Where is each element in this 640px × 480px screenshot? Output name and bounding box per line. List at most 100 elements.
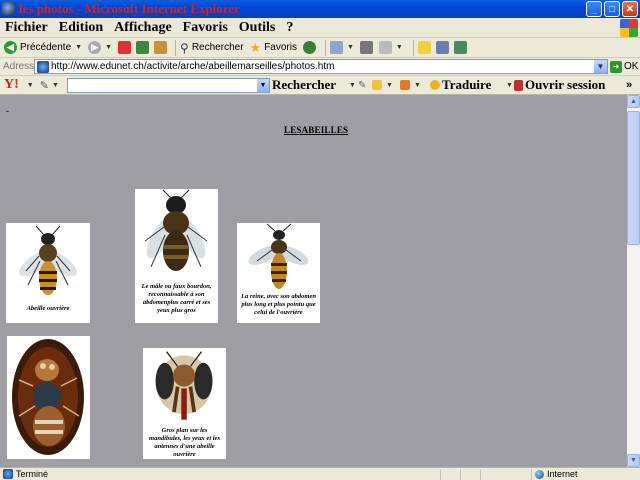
history-icon[interactable] [302, 41, 316, 54]
edit-dropdown-icon[interactable]: ▼ [396, 44, 403, 51]
photo-caption: Le mâle ou faux bourdon, reconnaissable … [141, 283, 212, 314]
worker-bee-image [18, 225, 78, 295]
go-arrow-icon: ➜ [610, 60, 622, 73]
search-icon: ⚲ [180, 40, 189, 55]
windows-logo-icon [620, 19, 638, 37]
menu-fichier[interactable]: Fichier [0, 20, 54, 36]
photo-drone: Le mâle ou faux bourdon, reconnaissable … [135, 189, 218, 323]
search-button[interactable]: ⚲ Rechercher [180, 41, 244, 55]
messenger-icon[interactable] [453, 41, 467, 54]
back-arrow-icon: ◀ [4, 41, 17, 54]
highlight-pen-icon[interactable]: ✎ [40, 79, 49, 92]
go-button[interactable]: ➜ OK [610, 60, 639, 73]
address-bar: Adresse http://www.edunet.ch/activite/ar… [0, 58, 640, 76]
standard-toolbar: ◀ Précédente ▼ ▶ ▼ ⚲ Rechercher ★ Favori… [0, 38, 640, 58]
yahoo-menu-dropdown-icon[interactable]: ▼ [27, 82, 34, 89]
session-button[interactable]: Ouvrir session [514, 77, 605, 93]
page-icon [37, 60, 49, 73]
menu-bar: Fichier Edition Affichage Favoris Outils… [0, 18, 640, 38]
print-icon[interactable] [359, 41, 373, 54]
status-divider [480, 469, 481, 480]
globe-icon [535, 469, 544, 479]
bookmark-dropdown-icon[interactable]: ▼ [386, 82, 393, 89]
forward-arrow-icon: ▶ [88, 41, 102, 54]
mail-dropdown-icon[interactable]: ▼ [347, 44, 354, 51]
zone-label: Internet [547, 469, 578, 479]
translate-label: Traduire [442, 77, 492, 92]
pen-dropdown-icon[interactable]: ▼ [52, 82, 59, 89]
page-content: - LESABEILLES Abeille ouvrière Le mâle o… [0, 95, 627, 467]
page-status-icon [3, 469, 13, 479]
menu-help[interactable]: ? [281, 20, 299, 36]
go-label: OK [624, 61, 639, 72]
queen-bee-image [248, 223, 309, 289]
menu-affichage[interactable]: Affichage [109, 20, 178, 36]
search-label: Rechercher [191, 42, 244, 53]
photo-head-closeup: Gros plan sur les mandibules, les yeux e… [143, 348, 226, 459]
scroll-up-icon[interactable]: ▲ [627, 95, 640, 108]
pencil-icon[interactable]: ✎ [358, 80, 366, 91]
favorites-button[interactable]: ★ Favoris [250, 40, 297, 56]
back-label: Précédente [20, 42, 72, 53]
security-zone: Internet [535, 469, 578, 479]
status-divider [460, 469, 461, 480]
scroll-down-icon[interactable]: ▼ [627, 454, 640, 467]
yahoo-search-button[interactable]: Rechercher [272, 77, 336, 93]
edit-icon [378, 41, 392, 54]
vertical-scrollbar[interactable]: ▲ ▼ [627, 95, 640, 467]
bee-head-image [155, 351, 213, 420]
page-dot: - [6, 106, 9, 116]
yahoo-search-input[interactable]: ▼ [67, 77, 270, 93]
home-icon[interactable] [154, 41, 168, 54]
yahoo-logo[interactable]: Y! [4, 77, 19, 93]
star-icon: ★ [249, 39, 262, 55]
favorites-label: Favoris [264, 42, 297, 53]
translate-button[interactable]: Traduire [430, 77, 491, 93]
toolbar-separator [175, 39, 177, 56]
stop-icon[interactable] [118, 41, 132, 54]
close-button[interactable]: ✕ [622, 1, 638, 17]
discuss-icon[interactable] [417, 41, 431, 54]
menu-favoris[interactable]: Favoris [178, 20, 234, 36]
translate-icon [430, 80, 440, 90]
antispy-dropdown-icon[interactable]: ▼ [414, 82, 421, 89]
page-heading: LESABEILLES [284, 125, 349, 135]
photo-caption: La reine, avec son abdomen plus long et … [241, 293, 316, 316]
photo-bee-oval [7, 336, 90, 459]
photo-caption: Gros plan sur les mandibules, les yeux e… [149, 427, 220, 458]
yahoo-toolbar: Y! ▼ ✎ ▼ ▼ Rechercher ▼ ✎ ▼ ▼ Traduire ▼… [0, 76, 640, 95]
menu-outils[interactable]: Outils [234, 20, 282, 36]
status-text: Terminé [16, 469, 49, 479]
window-controls: _ □ ✕ [586, 1, 638, 17]
scroll-thumb[interactable] [627, 111, 640, 245]
translate-dropdown-icon[interactable]: ▼ [506, 82, 513, 89]
back-button[interactable]: ◀ Précédente ▼ [4, 41, 82, 54]
bookmark-icon[interactable] [372, 80, 382, 90]
yahoo-search-dropdown-icon[interactable]: ▼ [257, 78, 269, 92]
toolbar-separator [324, 39, 326, 56]
mail-button[interactable]: ▼ [329, 41, 354, 54]
menu-edition[interactable]: Edition [54, 20, 109, 36]
photo-worker-bee: Abeille ouvrière [6, 223, 90, 323]
maximize-button[interactable]: □ [604, 1, 620, 17]
address-dropdown-icon[interactable]: ▼ [594, 60, 607, 73]
status-bar: Terminé Internet [0, 467, 640, 480]
back-dropdown-icon[interactable]: ▼ [75, 44, 82, 51]
yahoo-search-options-icon[interactable]: ▼ [349, 82, 356, 89]
address-url: http://www.edunet.ch/activite/arche/abei… [51, 61, 335, 72]
photo-queen: La reine, avec son abdomen plus long et … [237, 223, 320, 323]
refresh-icon[interactable] [136, 41, 150, 54]
mail-icon [329, 41, 343, 54]
login-icon [514, 79, 523, 91]
antispy-icon[interactable] [400, 80, 410, 90]
bee-close-image [12, 339, 84, 455]
forward-dropdown-icon[interactable]: ▼ [105, 44, 112, 51]
toolbar-overflow-button[interactable]: » [626, 79, 632, 91]
edit-button[interactable]: ▼ [378, 41, 403, 54]
toolbar-separator [412, 39, 414, 56]
minimize-button[interactable]: _ [586, 1, 602, 17]
research-icon[interactable] [435, 41, 449, 54]
forward-button[interactable]: ▶ ▼ [88, 41, 112, 54]
address-input[interactable]: http://www.edunet.ch/activite/arche/abei… [34, 59, 608, 74]
title-bar[interactable]: les photos - Microsoft Internet Explorer… [0, 0, 640, 18]
